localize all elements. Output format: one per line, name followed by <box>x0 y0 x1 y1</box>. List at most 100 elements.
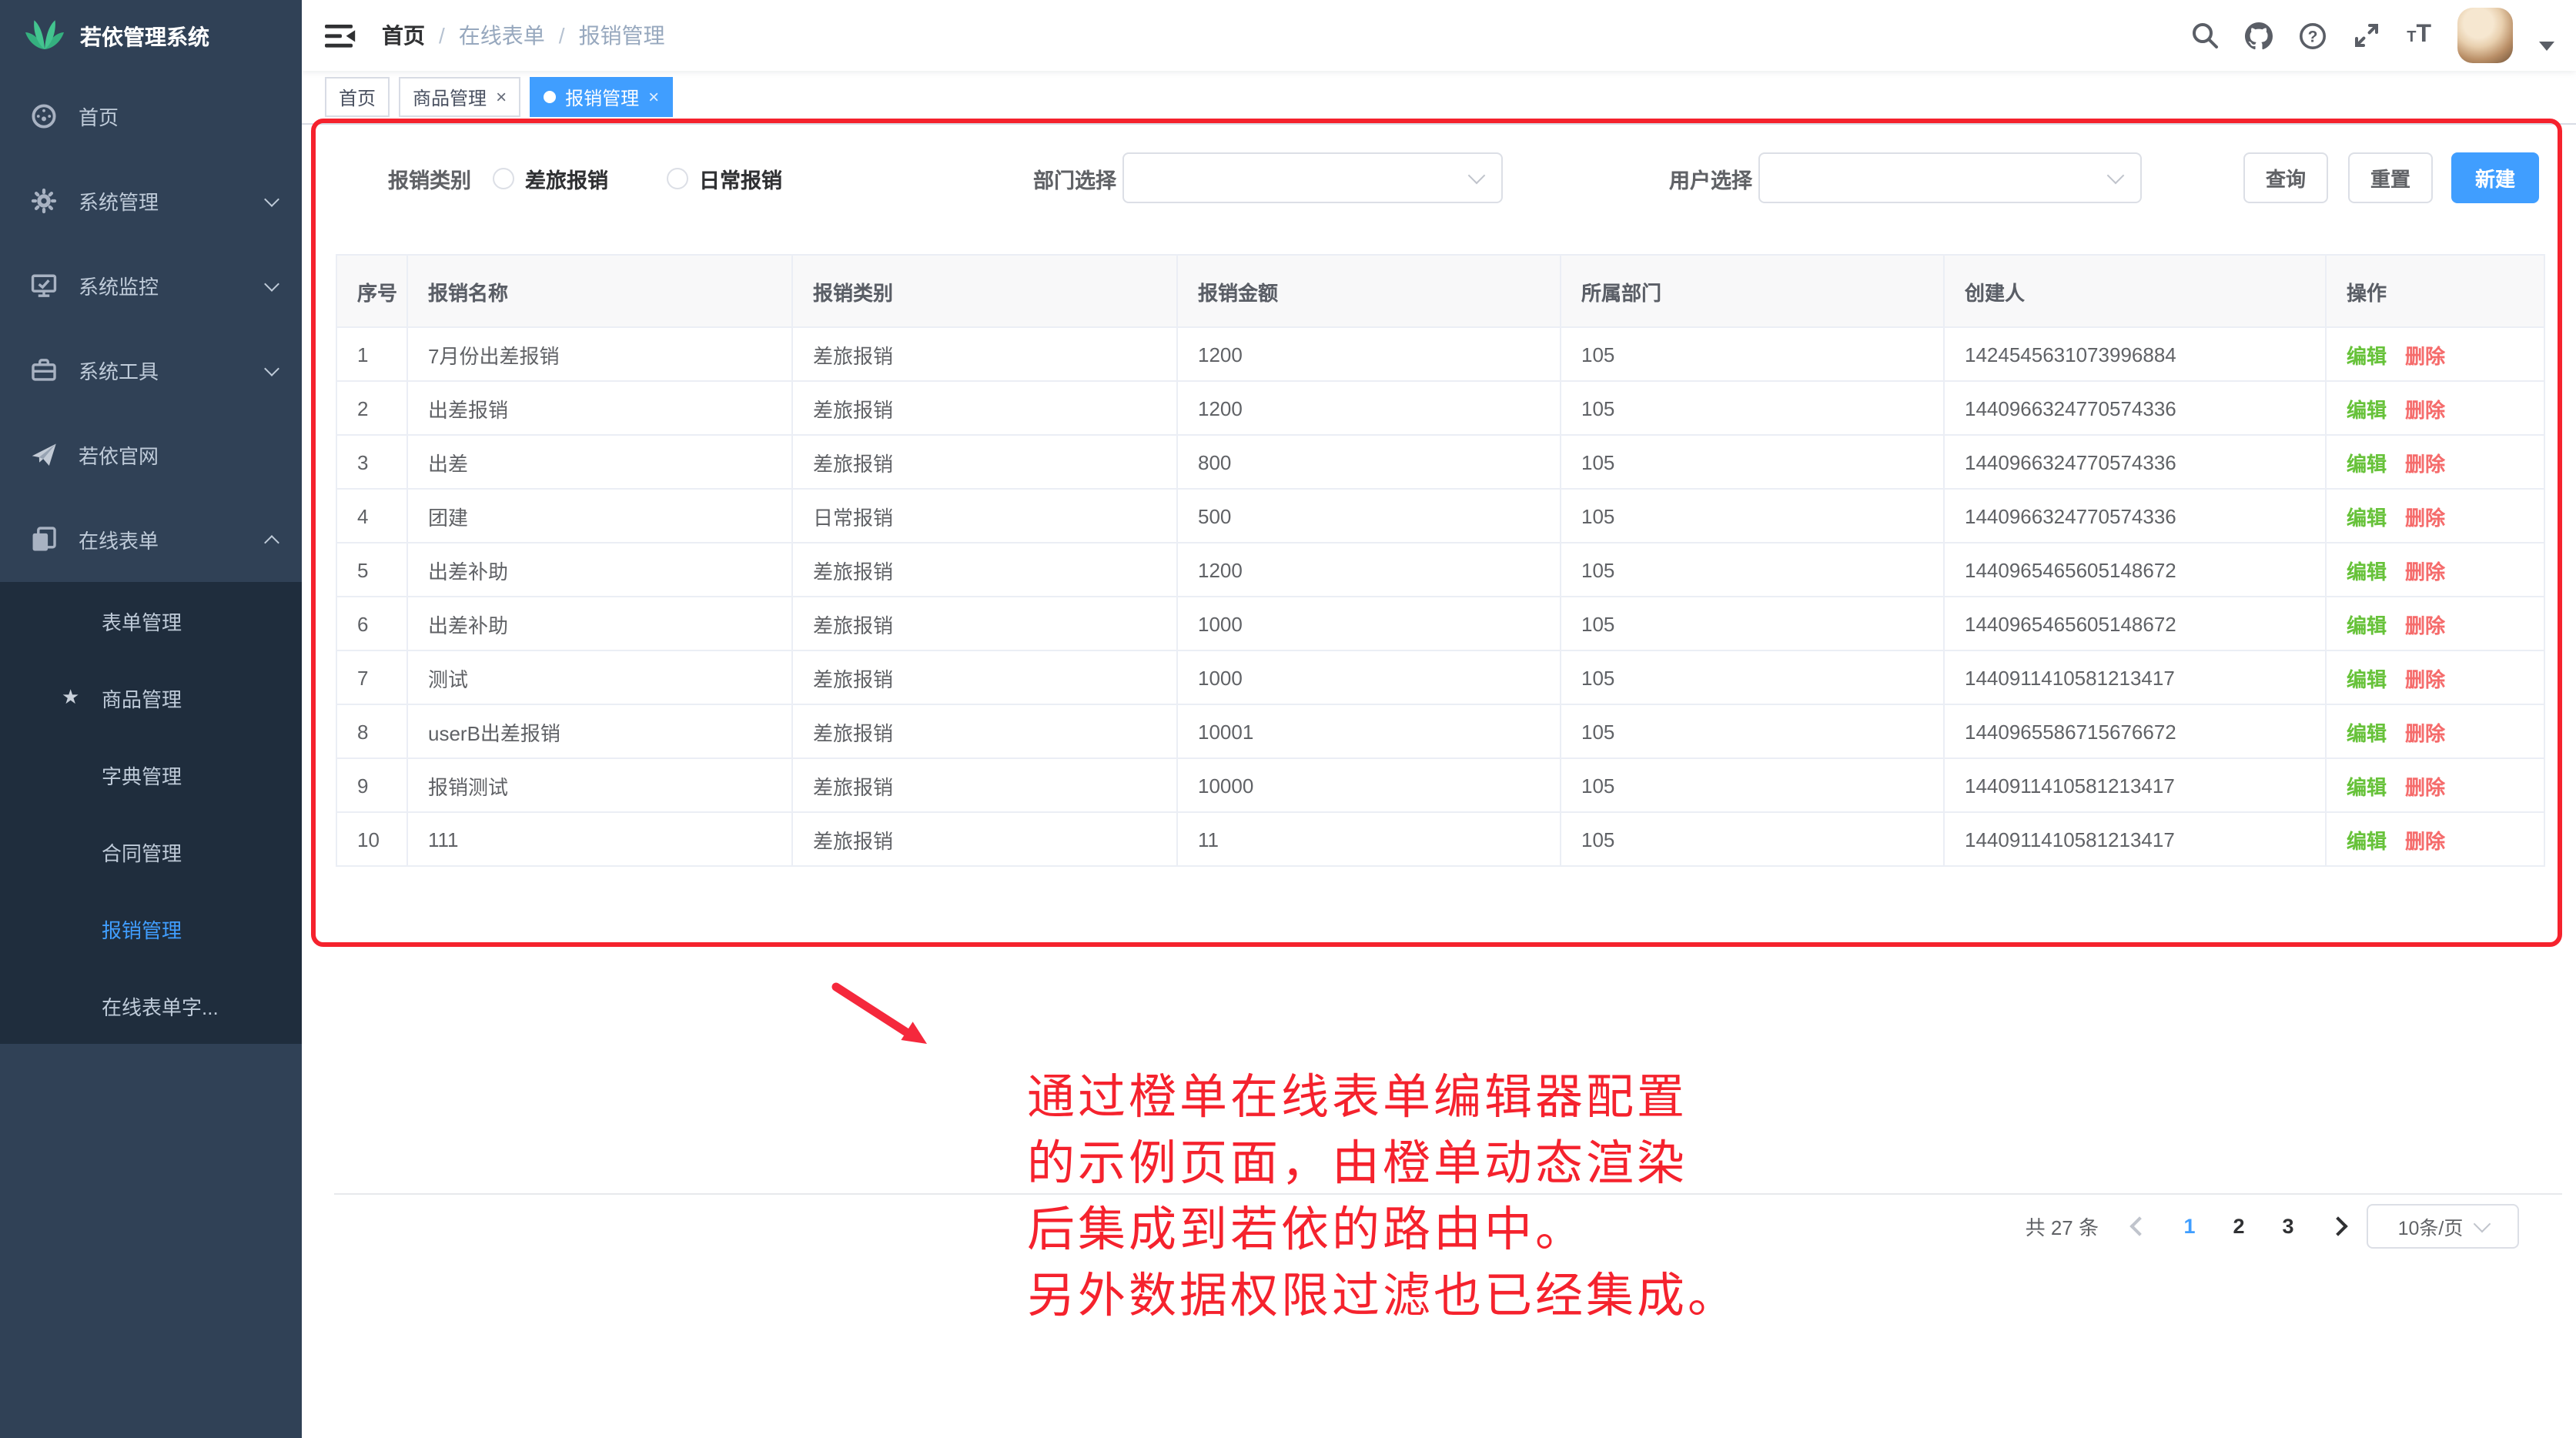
annotation-line: 另外数据权限过滤也已经集成。 <box>1027 1262 1738 1329</box>
sidebar-item-dict-mgmt[interactable]: 字典管理 <box>0 736 302 813</box>
sidebar-item-form-mgmt[interactable]: 表单管理 <box>0 582 302 659</box>
sidebar-item-official-site[interactable]: 若依官网 <box>0 413 302 497</box>
col-header-actions: 操作 <box>2326 255 2544 327</box>
tab-product-mgmt[interactable]: 商品管理 × <box>399 77 520 117</box>
sidebar-item-online-forms[interactable]: 在线表单 <box>0 497 302 582</box>
prev-page-icon[interactable] <box>2129 1216 2149 1236</box>
cell-type: 差旅报销 <box>792 327 1177 381</box>
tab-expense-mgmt[interactable]: 报销管理 × <box>530 77 673 117</box>
col-header-no: 序号 <box>336 255 407 327</box>
sidebar-item-system-tools[interactable]: 系统工具 <box>0 328 302 413</box>
cell-name: 出差补助 <box>407 597 792 650</box>
sidebar-item-label: 表单管理 <box>102 606 182 635</box>
delete-link[interactable]: 删除 <box>2405 829 2445 852</box>
help-icon[interactable]: ? <box>2299 22 2327 49</box>
cell-creator: 1440911410581213417 <box>1944 758 2326 812</box>
page-size-select[interactable]: 10条/页 <box>2367 1204 2519 1249</box>
table-header-row: 序号 报销名称 报销类别 报销金额 所属部门 创建人 操作 <box>336 255 2544 327</box>
paper-plane-icon <box>31 442 57 468</box>
page-number-3[interactable]: 3 <box>2270 1215 2307 1238</box>
breadcrumb-home[interactable]: 首页 <box>382 20 425 51</box>
github-icon[interactable] <box>2245 22 2273 49</box>
col-header-dept: 所属部门 <box>1561 255 1944 327</box>
radio-label: 差旅报销 <box>525 162 608 193</box>
delete-link[interactable]: 删除 <box>2405 506 2445 529</box>
radio-icon[interactable] <box>493 167 514 189</box>
delete-link[interactable]: 删除 <box>2405 398 2445 421</box>
tags-view-bar: 首页 商品管理 × 报销管理 × <box>302 71 2576 125</box>
table-row: 8 userB出差报销 差旅报销 10001 105 1440965586715… <box>336 704 2544 758</box>
avatar[interactable] <box>2457 8 2513 63</box>
dept-select[interactable] <box>1122 152 1503 203</box>
reset-button[interactable]: 重置 <box>2348 152 2433 203</box>
close-icon[interactable]: × <box>496 88 507 106</box>
edit-link[interactable]: 编辑 <box>2347 344 2387 367</box>
table-row: 1 7月份出差报销 差旅报销 1200 105 1424545631073996… <box>336 327 2544 381</box>
radio-travel-expense[interactable]: 差旅报销 <box>493 162 608 193</box>
cell-type: 差旅报销 <box>792 650 1177 704</box>
cell-dept: 105 <box>1561 704 1944 758</box>
edit-link[interactable]: 编辑 <box>2347 506 2387 529</box>
caret-down-icon[interactable] <box>2539 42 2554 51</box>
delete-link[interactable]: 删除 <box>2405 775 2445 798</box>
sidebar-item-label: 字典管理 <box>102 760 182 789</box>
fullscreen-icon[interactable] <box>2353 22 2380 49</box>
search-button[interactable]: 查询 <box>2243 152 2328 203</box>
sidebar-item-system-monitor[interactable]: 系统监控 <box>0 243 302 328</box>
cell-dept: 105 <box>1561 650 1944 704</box>
star-icon: ★ <box>62 685 79 710</box>
tab-home[interactable]: 首页 <box>325 77 390 117</box>
user-select[interactable] <box>1758 152 2142 203</box>
breadcrumb-expense-mgmt: 报销管理 <box>579 20 665 51</box>
sidebar-item-online-form-dict[interactable]: 在线表单字... <box>0 967 302 1044</box>
filter-form: 报销类别 差旅报销 日常报销 部门选择 用户选择 查询 重置 新建 <box>302 152 2576 203</box>
table-row: 6 出差补助 差旅报销 1000 105 1440965465605148672… <box>336 597 2544 650</box>
close-icon[interactable]: × <box>648 88 659 106</box>
sidebar-toggle-button[interactable] <box>325 22 356 49</box>
cell-type: 差旅报销 <box>792 597 1177 650</box>
page-number-2[interactable]: 2 <box>2220 1215 2257 1238</box>
active-tab-dot <box>544 91 556 103</box>
toolbox-icon <box>31 357 57 383</box>
next-page-icon[interactable] <box>2328 1216 2347 1236</box>
font-size-icon[interactable]: TT <box>2407 23 2431 48</box>
edit-link[interactable]: 编辑 <box>2347 452 2387 475</box>
sidebar-item-system-admin[interactable]: 系统管理 <box>0 159 302 243</box>
delete-link[interactable]: 删除 <box>2405 344 2445 367</box>
delete-link[interactable]: 删除 <box>2405 667 2445 691</box>
edit-link[interactable]: 编辑 <box>2347 667 2387 691</box>
edit-link[interactable]: 编辑 <box>2347 829 2387 852</box>
radio-label: 日常报销 <box>699 162 782 193</box>
annotation-note: 通过橙单在线表单编辑器配置 的示例页面，由橙单动态渲染 后集成到若依的路由中。 … <box>1027 1064 1738 1329</box>
delete-link[interactable]: 删除 <box>2405 614 2445 637</box>
app-logo[interactable]: 若依管理系统 <box>0 0 302 74</box>
create-button[interactable]: 新建 <box>2451 152 2539 203</box>
edit-link[interactable]: 编辑 <box>2347 560 2387 583</box>
search-icon[interactable] <box>2191 22 2219 49</box>
edit-link[interactable]: 编辑 <box>2347 398 2387 421</box>
cell-type: 差旅报销 <box>792 758 1177 812</box>
tab-label: 商品管理 <box>413 84 487 110</box>
table-row: 5 出差补助 差旅报销 1200 105 1440965465605148672… <box>336 543 2544 597</box>
delete-link[interactable]: 删除 <box>2405 721 2445 744</box>
chevron-down-icon <box>2473 1215 2491 1232</box>
sidebar-item-home[interactable]: 首页 <box>0 74 302 159</box>
sidebar-item-product-mgmt[interactable]: ★ 商品管理 <box>0 659 302 736</box>
edit-link[interactable]: 编辑 <box>2347 721 2387 744</box>
chevron-down-icon <box>264 276 279 291</box>
annotation-arrow-icon <box>825 975 948 1061</box>
delete-link[interactable]: 删除 <box>2405 560 2445 583</box>
sidebar-item-contract-mgmt[interactable]: 合同管理 <box>0 813 302 890</box>
sidebar-item-expense-mgmt[interactable]: 报销管理 <box>0 890 302 967</box>
delete-link[interactable]: 删除 <box>2405 452 2445 475</box>
cell-creator: 1440911410581213417 <box>1944 812 2326 866</box>
annotation-line: 后集成到若依的路由中。 <box>1027 1196 1738 1262</box>
chevron-down-icon <box>264 360 279 376</box>
radio-daily-expense[interactable]: 日常报销 <box>667 162 782 193</box>
edit-link[interactable]: 编辑 <box>2347 775 2387 798</box>
page-number-1[interactable]: 1 <box>2171 1215 2208 1238</box>
chevron-down-icon <box>2107 166 2125 184</box>
page-size-value: 10条/页 <box>2398 1212 2464 1241</box>
radio-icon[interactable] <box>667 167 688 189</box>
edit-link[interactable]: 编辑 <box>2347 614 2387 637</box>
